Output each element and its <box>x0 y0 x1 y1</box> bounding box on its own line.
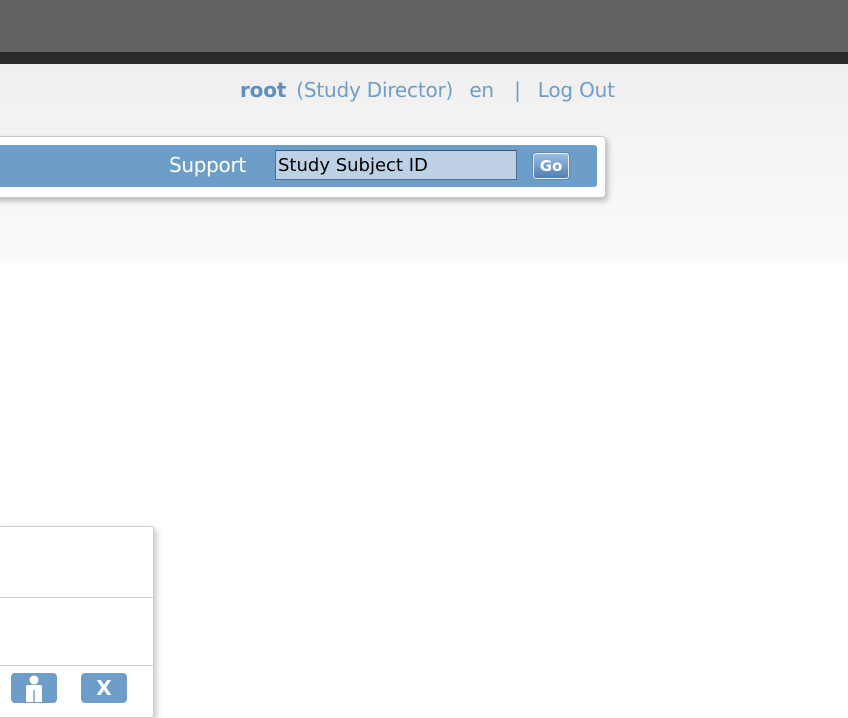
logout-link[interactable]: Log Out <box>538 78 615 102</box>
remove-icon: X <box>96 676 112 700</box>
subject-panel: X <box>0 526 154 718</box>
nav-bar: Support Go <box>0 145 597 187</box>
remove-subject-button[interactable]: X <box>81 673 127 703</box>
support-link[interactable]: Support <box>169 153 246 177</box>
browser-chrome-edge <box>0 52 848 64</box>
separator: | <box>514 78 521 102</box>
panel-divider <box>0 597 153 598</box>
study-subject-search-input[interactable] <box>275 150 517 180</box>
browser-chrome <box>0 0 848 52</box>
panel-divider <box>0 665 153 666</box>
person-icon <box>26 675 42 702</box>
user-info-bar: root (Study Director) en | Log Out <box>240 78 615 102</box>
language-link[interactable]: en <box>469 78 494 102</box>
nav-bar-container: Support Go <box>0 136 606 198</box>
go-button[interactable]: Go <box>533 153 569 179</box>
username: root <box>240 78 287 102</box>
user-role: (Study Director) <box>296 78 454 102</box>
view-subject-button[interactable] <box>11 673 57 703</box>
